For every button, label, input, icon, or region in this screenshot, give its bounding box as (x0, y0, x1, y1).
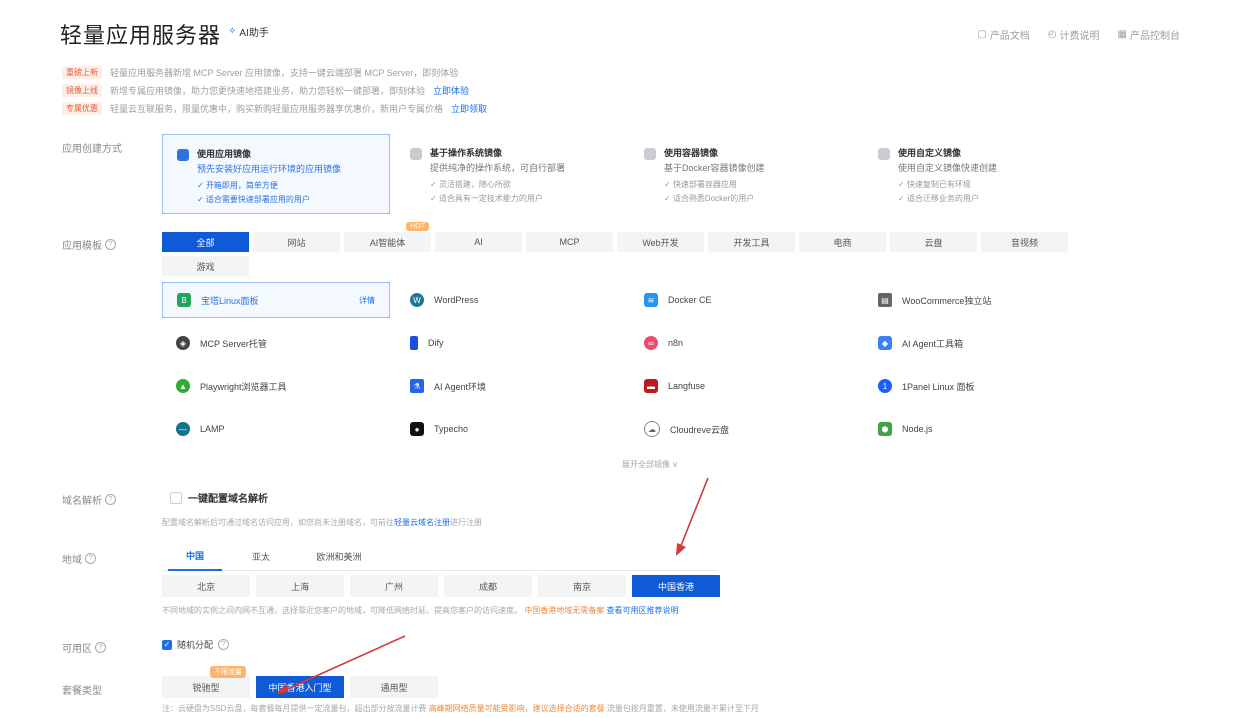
annotation-arrow-package (276, 635, 406, 694)
annotation-arrow-region (676, 477, 709, 556)
annotation-arrows (276, 477, 709, 694)
